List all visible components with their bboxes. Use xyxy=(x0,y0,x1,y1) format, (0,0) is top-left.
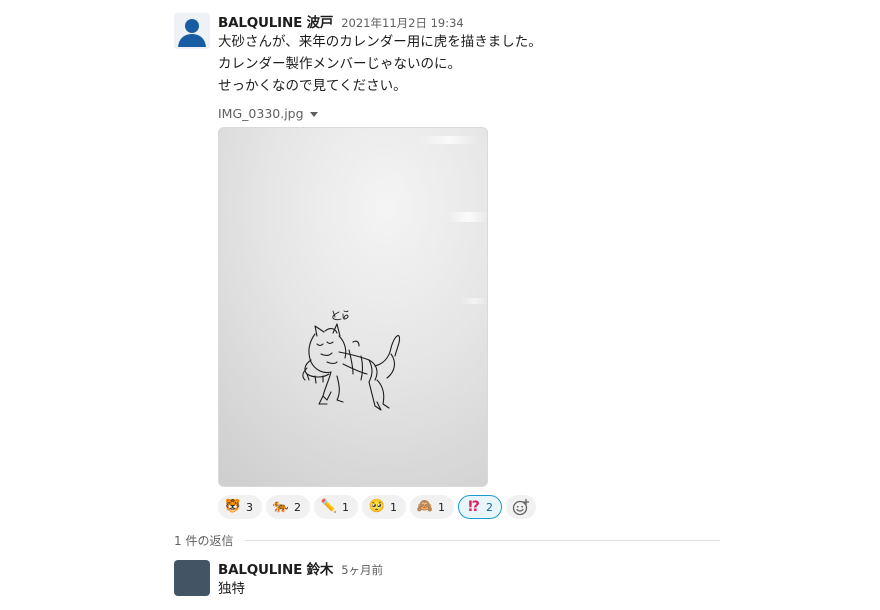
pleading-face-icon: 🥺 xyxy=(368,499,386,514)
add-reaction-button[interactable] xyxy=(506,495,536,519)
reaction-tiger-face[interactable]: 🐯 3 xyxy=(218,495,262,519)
reaction-count: 2 xyxy=(294,500,301,514)
reply-avatar[interactable] xyxy=(174,560,210,596)
tiger-icon: 🐅 xyxy=(272,499,290,514)
pencil-icon: ✏️ xyxy=(320,499,338,514)
reaction-pleading-face[interactable]: 🥺 1 xyxy=(362,495,406,519)
divider xyxy=(245,539,720,541)
reaction-count: 1 xyxy=(438,500,445,514)
reply-author-name[interactable]: BALQULINE 鈴木 xyxy=(218,558,333,578)
message-line: せっかくなので見てください。 xyxy=(218,78,407,94)
reaction-see-no-evil-monkey[interactable]: 🙈 1 xyxy=(410,495,454,519)
message-line: カレンダー製作メンバーじゃないのに。 xyxy=(218,56,461,72)
chevron-down-icon[interactable] xyxy=(309,111,318,117)
reaction-count: 2 xyxy=(486,500,493,514)
user-icon xyxy=(174,13,210,49)
reaction-count: 3 xyxy=(246,500,253,514)
reaction-tiger[interactable]: 🐅 2 xyxy=(266,495,310,519)
tiger-drawing-photo xyxy=(219,128,487,486)
reply-text: 独特 xyxy=(218,581,245,597)
thread-divider: 1 件の返信 xyxy=(174,530,720,550)
reply-header: BALQULINE 鈴木 5ヶ月前 xyxy=(218,558,383,578)
tiger-face-icon: 🐯 xyxy=(224,499,242,514)
interrobang-icon: ⁉ xyxy=(468,499,480,515)
reply-timestamp[interactable]: 5ヶ月前 xyxy=(341,562,383,578)
avatar[interactable] xyxy=(174,13,210,49)
message-text: 大砂さんが、来年のカレンダー用に虎を描きました。 カレンダー製作メンバーじゃない… xyxy=(218,31,728,97)
attachment-image[interactable] xyxy=(218,127,488,487)
reaction-count: 1 xyxy=(390,500,397,514)
reaction-pencil[interactable]: ✏️ 1 xyxy=(314,495,358,519)
add-reaction-icon xyxy=(512,498,530,516)
reply-count-link[interactable]: 1 件の返信 xyxy=(174,532,233,549)
reaction-interrobang[interactable]: ⁉ 2 xyxy=(458,495,502,519)
message-body: BALQULINE 波戸 2021年11月2日 19:34 大砂さんが、来年のカ… xyxy=(218,11,728,122)
attachment-filename-text: IMG_0330.jpg xyxy=(218,105,304,121)
author-name[interactable]: BALQULINE 波戸 xyxy=(218,11,333,31)
timestamp[interactable]: 2021年11月2日 19:34 xyxy=(341,15,464,31)
attachment-filename[interactable]: IMG_0330.jpg xyxy=(218,104,728,122)
reactions-bar: 🐯 3 🐅 2 ✏️ 1 🥺 1 🙈 1 ⁉ 2 xyxy=(218,495,536,519)
message-line: 大砂さんが、来年のカレンダー用に虎を描きました。 xyxy=(218,34,542,50)
message-header: BALQULINE 波戸 2021年11月2日 19:34 xyxy=(218,11,728,31)
reply-body: BALQULINE 鈴木 5ヶ月前 独特 xyxy=(218,558,383,600)
reaction-count: 1 xyxy=(342,500,349,514)
see-no-evil-monkey-icon: 🙈 xyxy=(416,499,434,514)
